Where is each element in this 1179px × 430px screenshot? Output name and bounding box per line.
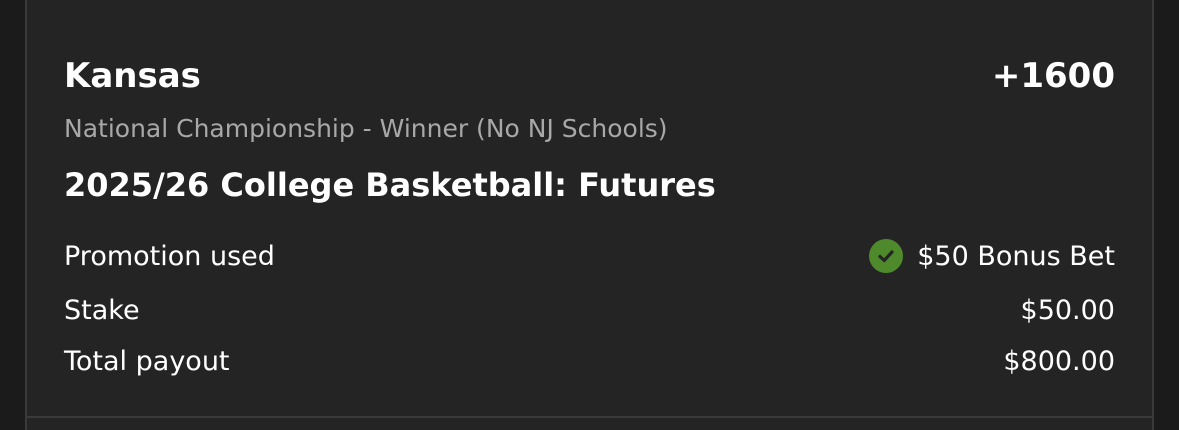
promotion-label: Promotion used <box>64 240 275 272</box>
stake-label: Stake <box>64 294 140 326</box>
check-circle-icon <box>869 239 904 273</box>
odds-value: +1600 <box>991 56 1115 96</box>
payout-value: $800.00 <box>1003 345 1115 377</box>
stake-row: Stake $50.00 <box>64 290 1115 330</box>
payout-label: Total payout <box>64 345 230 377</box>
next-card-edge <box>25 418 1154 430</box>
promotion-value: $50 Bonus Bet <box>917 240 1115 272</box>
promotion-row: Promotion used $50 Bonus Bet <box>64 236 1115 276</box>
stake-value: $50.00 <box>1020 294 1115 326</box>
market-name: National Championship - Winner (No NJ Sc… <box>64 114 668 143</box>
payout-row: Total payout $800.00 <box>64 341 1115 381</box>
selection-name: Kansas <box>64 56 201 96</box>
event-name: 2025/26 College Basketball: Futures <box>64 166 716 204</box>
selection-row: Kansas +1600 <box>64 52 1115 100</box>
promotion-value-group: $50 Bonus Bet <box>869 239 1115 273</box>
